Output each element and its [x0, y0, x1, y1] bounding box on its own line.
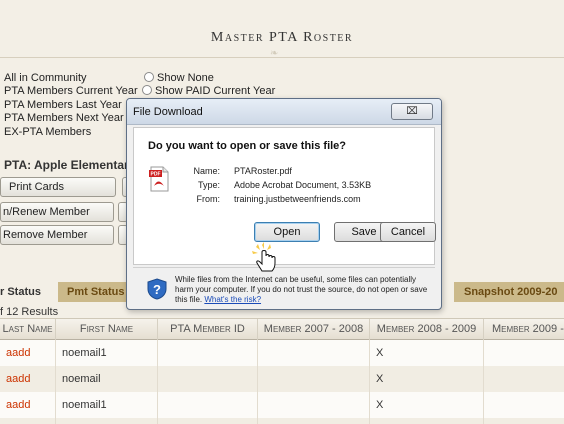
table-row[interactable]: aadd noemail1 X: [0, 392, 564, 418]
tab-snapshot[interactable]: Snapshot 2009-20: [454, 282, 564, 302]
cell-last-name[interactable]: aadd: [0, 340, 56, 366]
security-shield-icon: ?: [147, 278, 167, 300]
cell-member-2007-2008: [258, 366, 370, 392]
col-last-name[interactable]: Last Name: [0, 319, 56, 340]
dialog-title: File Download: [133, 106, 203, 118]
col-pta-member-id[interactable]: PTA Member ID: [158, 319, 258, 340]
dialog-titlebar[interactable]: File Download ⌧: [127, 99, 441, 125]
cell-member-2008-2009: X: [370, 392, 484, 418]
risk-link[interactable]: What's the risk?: [204, 295, 261, 304]
grid-header: Last Name First Name PTA Member ID Membe…: [0, 318, 564, 340]
filter-show-none[interactable]: Show None: [144, 72, 214, 84]
filter-last-year-label: PTA Members Last Year: [4, 99, 122, 111]
file-download-dialog: File Download ⌧ Do you want to open or s…: [126, 98, 442, 310]
filter-next-year-label: PTA Members Next Year: [4, 112, 124, 124]
cell-member-2008-2009: X: [370, 366, 484, 392]
filter-ex-pta[interactable]: EX-PTA Members: [4, 126, 91, 138]
file-type-row: Type: Adobe Acrobat Document, 3.53KB: [180, 180, 420, 192]
cell-member-2009: X: [484, 418, 564, 424]
file-name-key: Name:: [193, 166, 220, 176]
page-title: Master PTA Roster: [210, 30, 354, 45]
title-bar: Master PTA Roster ❧: [0, 0, 564, 59]
hand-cursor-icon: [252, 242, 276, 272]
filter-paid-current-year[interactable]: Show PAID Current Year: [142, 85, 275, 97]
filter-paid-current-year-label: Show PAID Current Year: [155, 85, 276, 97]
cell-member-2007-2008: [258, 340, 370, 366]
cell-first-name: noemail: [56, 366, 158, 392]
cell-first-name: [56, 418, 158, 424]
tab-member-status[interactable]: r Status: [0, 282, 58, 302]
cell-first-name: noemail1: [56, 340, 158, 366]
cell-member-2007-2008: [258, 418, 370, 424]
dialog-separator: [133, 267, 435, 268]
cell-first-name: noemail1: [56, 392, 158, 418]
cell-member-2008-2009: X: [370, 418, 484, 424]
filter-next-year[interactable]: PTA Members Next Year: [4, 112, 124, 124]
cell-last-name[interactable]: aadd: [0, 366, 56, 392]
cancel-button[interactable]: Cancel: [380, 222, 436, 242]
tab-pmt-status[interactable]: Pmt Status: [58, 282, 128, 302]
file-name-row: Name: PTARoster.pdf: [180, 166, 420, 178]
cell-member-2009: [484, 392, 564, 418]
cell-last-name[interactable]: [0, 418, 56, 424]
pdf-file-icon: PDF: [149, 166, 169, 192]
close-button[interactable]: ⌧: [391, 103, 433, 120]
cell-member-2009: [484, 366, 564, 392]
cell-member-id: [158, 340, 258, 366]
filter-current-year-label: PTA Members Current Year: [4, 85, 138, 97]
cell-member-2009: [484, 340, 564, 366]
join-renew-button[interactable]: n/Renew Member: [0, 202, 114, 222]
col-first-name[interactable]: First Name: [56, 319, 158, 340]
title-flourish-icon: ❧: [270, 48, 279, 59]
dialog-question: Do you want to open or save this file?: [148, 140, 347, 152]
results-count: f 12 Results: [0, 306, 59, 318]
close-icon: ⌧: [406, 106, 418, 117]
filter-all-community-label: All in Community: [4, 72, 87, 84]
table-row[interactable]: aadd noemail1 X: [0, 340, 564, 366]
radio-icon[interactable]: [144, 72, 154, 82]
table-row[interactable]: X X: [0, 418, 564, 424]
cell-member-2008-2009: X: [370, 340, 484, 366]
file-from-key: From:: [196, 194, 221, 204]
svg-text:?: ?: [153, 282, 161, 297]
warning-text: While files from the Internet can be use…: [175, 275, 431, 305]
file-from-row: From: training.justbetweenfriends.com: [180, 194, 420, 206]
filter-ex-pta-label: EX-PTA Members: [4, 126, 92, 138]
remove-member-button[interactable]: Remove Member: [0, 225, 114, 245]
cell-member-id: [158, 392, 258, 418]
col-member-2007-2008[interactable]: Member 2007 - 2008: [258, 319, 370, 340]
file-type-key: Type:: [197, 180, 220, 190]
file-type-value: Adobe Acrobat Document, 3.53KB: [234, 180, 372, 190]
filter-all-community[interactable]: All in Community: [4, 72, 87, 84]
filter-show-none-label: Show None: [157, 72, 214, 84]
file-name-value: PTARoster.pdf: [234, 166, 292, 176]
dialog-body: Do you want to open or save this file? P…: [133, 127, 435, 265]
col-member-2009[interactable]: Member 2009 -: [484, 319, 564, 340]
radio-icon[interactable]: [142, 85, 152, 95]
col-member-2008-2009[interactable]: Member 2008 - 2009: [370, 319, 484, 340]
open-button[interactable]: Open: [254, 222, 320, 242]
school-label: PTA: Apple Elementary: [4, 158, 136, 172]
file-from-value: training.justbetweenfriends.com: [234, 194, 361, 204]
print-cards-button[interactable]: Print Cards: [0, 177, 116, 197]
cell-member-2007-2008: [258, 392, 370, 418]
cell-last-name[interactable]: aadd: [0, 392, 56, 418]
table-row[interactable]: aadd noemail X: [0, 366, 564, 392]
svg-text:PDF: PDF: [151, 172, 161, 178]
filter-current-year[interactable]: PTA Members Current Year: [4, 85, 138, 97]
cell-member-id: [158, 366, 258, 392]
filter-last-year[interactable]: PTA Members Last Year: [4, 99, 122, 111]
cell-member-id: [158, 418, 258, 424]
